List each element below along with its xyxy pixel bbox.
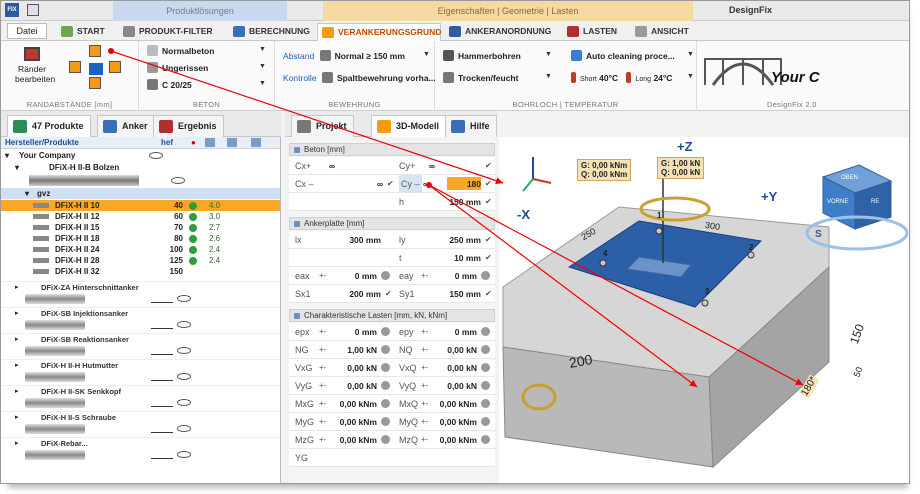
value-cy-minus[interactable]: 180 [447,175,481,193]
app-window: FIX Produktlösungen Eigenschaften | Geom… [0,0,910,484]
annotation-arrows [108,48,804,388]
arrow-to-block [428,184,698,388]
arrow-to-dim [428,184,804,386]
arrow-to-cy-minus [110,50,504,185]
